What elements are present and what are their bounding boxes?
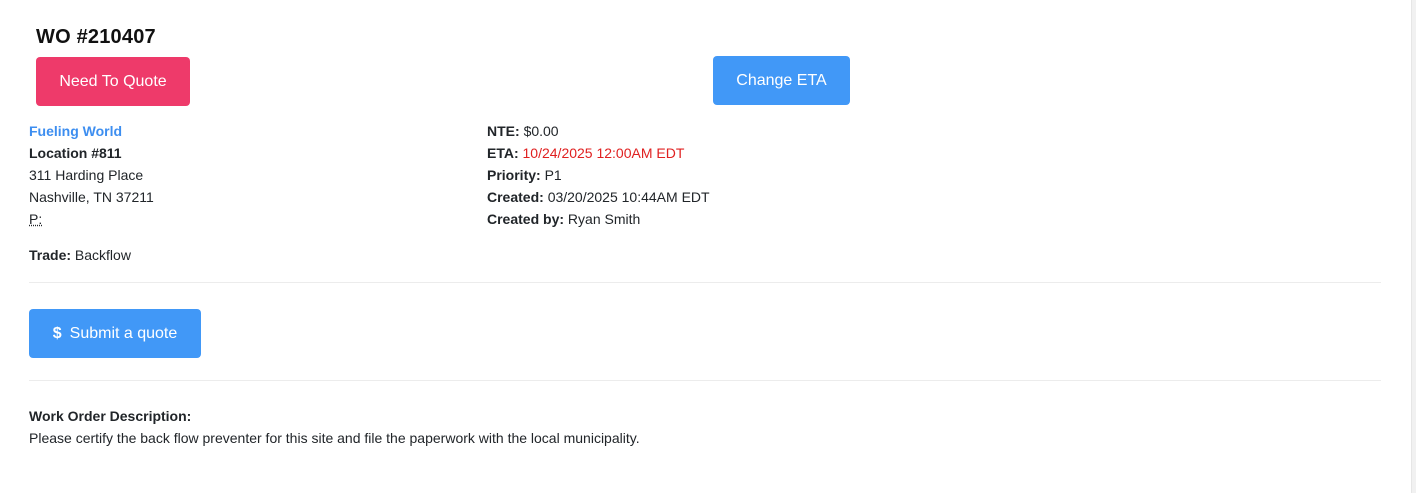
- address-line-2: Nashville, TN 37211: [29, 189, 154, 205]
- change-eta-button[interactable]: Change ETA: [713, 56, 850, 105]
- priority-label: Priority:: [487, 167, 541, 183]
- eta-label: ETA:: [487, 145, 519, 161]
- work-order-title: WO #210407: [36, 26, 156, 48]
- submit-quote-label: Submit a quote: [69, 324, 178, 342]
- phone-row: P:: [29, 208, 154, 230]
- description-text: Please certify the back flow preventer f…: [29, 430, 640, 446]
- created-label: Created:: [487, 189, 544, 205]
- customer-name-link[interactable]: Fueling World: [29, 123, 122, 139]
- location-number: Location #811: [29, 145, 122, 161]
- description-label: Work Order Description:: [29, 408, 192, 424]
- work-order-page: WO #210407 Need To Quote Change ETA Fuel…: [0, 0, 1416, 493]
- phone-label: P:: [29, 211, 43, 227]
- scrollbar[interactable]: [1411, 0, 1416, 493]
- trade-value: Backflow: [74, 247, 131, 263]
- dollar-icon: $: [52, 324, 62, 342]
- eta-row: ETA: 10/24/2025 12:00AM EDT: [487, 142, 710, 164]
- customer-row: Fueling World: [29, 120, 154, 142]
- work-order-details: NTE: $0.00 ETA: 10/24/2025 12:00AM EDT P…: [487, 120, 710, 230]
- section-divider: [29, 282, 1381, 283]
- nte-label: NTE:: [487, 123, 520, 139]
- priority-value: P1: [544, 167, 562, 183]
- created-value: 03/20/2025 10:44AM EDT: [547, 189, 710, 205]
- priority-row: Priority: P1: [487, 164, 710, 186]
- location-info: Fueling World Location #811 311 Harding …: [29, 120, 154, 230]
- created-by-label: Created by:: [487, 211, 565, 227]
- created-by-row: Created by: Ryan Smith: [487, 208, 710, 230]
- address-line-1: 311 Harding Place: [29, 167, 144, 183]
- need-to-quote-button[interactable]: Need To Quote: [36, 57, 190, 106]
- submit-quote-button[interactable]: $ Submit a quote: [29, 309, 201, 358]
- trade-label: Trade:: [29, 247, 72, 263]
- eta-value: 10/24/2025 12:00AM EDT: [522, 145, 685, 161]
- section-divider: [29, 380, 1381, 381]
- nte-row: NTE: $0.00: [487, 120, 710, 142]
- created-row: Created: 03/20/2025 10:44AM EDT: [487, 186, 710, 208]
- trade-row: Trade: Backflow: [29, 244, 131, 266]
- created-by-value: Ryan Smith: [567, 211, 641, 227]
- work-order-description: Work Order Description: Please certify t…: [29, 405, 640, 449]
- nte-value: $0.00: [523, 123, 559, 139]
